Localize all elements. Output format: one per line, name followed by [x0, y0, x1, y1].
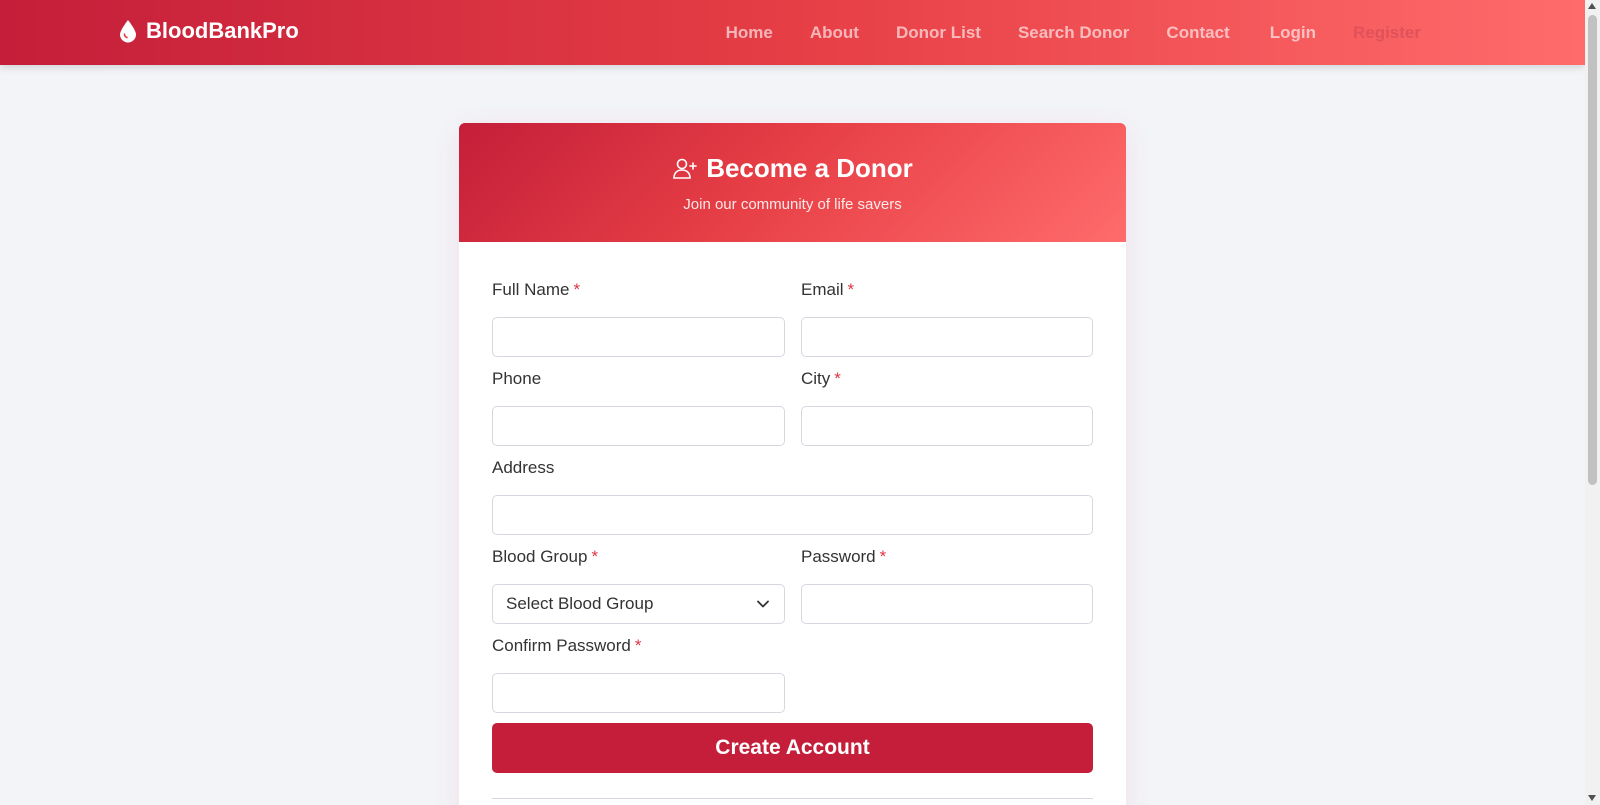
blood-group-selected: Select Blood Group: [506, 594, 654, 613]
confirm-password-input[interactable]: [492, 673, 785, 713]
blood-drop-icon: [120, 20, 136, 43]
card-title: Become a Donor: [672, 153, 913, 184]
address-field: Address: [492, 458, 1093, 535]
blood-group-label: Blood Group *: [492, 547, 599, 566]
full-name-label: Full Name *: [492, 280, 581, 299]
nav-link-login[interactable]: Login: [1270, 23, 1316, 43]
nav-link-donor-list[interactable]: Donor List: [896, 23, 981, 43]
password-label: Password *: [801, 547, 887, 566]
phone-label: Phone: [492, 369, 542, 388]
address-label: Address: [492, 458, 555, 477]
password-input[interactable]: [801, 584, 1093, 624]
nav-link-contact[interactable]: Contact: [1166, 23, 1229, 43]
city-input[interactable]: [801, 406, 1093, 446]
card-header: Become a Donor Join our community of lif…: [459, 123, 1126, 242]
chevron-down-icon: [757, 600, 769, 608]
brand-logo[interactable]: BloodBankPro: [118, 18, 299, 44]
phone-input[interactable]: [492, 406, 785, 446]
card-title-text: Become a Donor: [706, 153, 913, 183]
confirm-password-field: Confirm Password *: [492, 636, 785, 713]
nav-links: Home About Donor List Search Donor Conta…: [689, 0, 1421, 65]
required-mark: *: [834, 369, 841, 388]
required-mark: *: [879, 547, 887, 566]
email-label: Email *: [801, 280, 855, 299]
user-plus-icon: [673, 158, 697, 179]
scroll-down-arrow-icon[interactable]: [1588, 795, 1596, 801]
scroll-up-arrow-icon[interactable]: [1588, 3, 1596, 9]
divider: [492, 798, 1093, 799]
email-input[interactable]: [801, 317, 1093, 357]
city-field: City *: [801, 369, 1093, 446]
brand-name: BloodBankPro: [146, 18, 299, 43]
required-mark: *: [847, 280, 855, 299]
nav-link-search-donor[interactable]: Search Donor: [1018, 23, 1129, 43]
scrollbar-thumb[interactable]: [1588, 15, 1597, 485]
top-navbar: BloodBankPro Home About Donor List Searc…: [0, 0, 1585, 65]
full-name-field: Full Name *: [492, 280, 785, 357]
password-field: Password *: [801, 547, 1093, 624]
page-scrollbar[interactable]: [1585, 0, 1600, 805]
required-mark: *: [573, 280, 581, 299]
confirm-password-label: Confirm Password *: [492, 636, 642, 655]
register-card: Become a Donor Join our community of lif…: [459, 123, 1126, 805]
card-subtitle: Join our community of life savers: [683, 195, 902, 213]
full-name-input[interactable]: [492, 317, 785, 357]
nav-link-about[interactable]: About: [810, 23, 859, 43]
email-field: Email *: [801, 280, 1093, 357]
create-account-button[interactable]: Create Account: [492, 723, 1093, 773]
nav-link-register[interactable]: Register: [1353, 23, 1421, 43]
address-input[interactable]: [492, 495, 1093, 535]
blood-group-field: Blood Group * Select Blood Group: [492, 547, 785, 624]
required-mark: *: [634, 636, 642, 655]
required-mark: *: [591, 547, 599, 566]
city-label: City *: [801, 369, 841, 388]
nav-link-home[interactable]: Home: [726, 23, 773, 43]
phone-field: Phone: [492, 369, 785, 446]
blood-group-select[interactable]: Select Blood Group: [492, 584, 785, 624]
